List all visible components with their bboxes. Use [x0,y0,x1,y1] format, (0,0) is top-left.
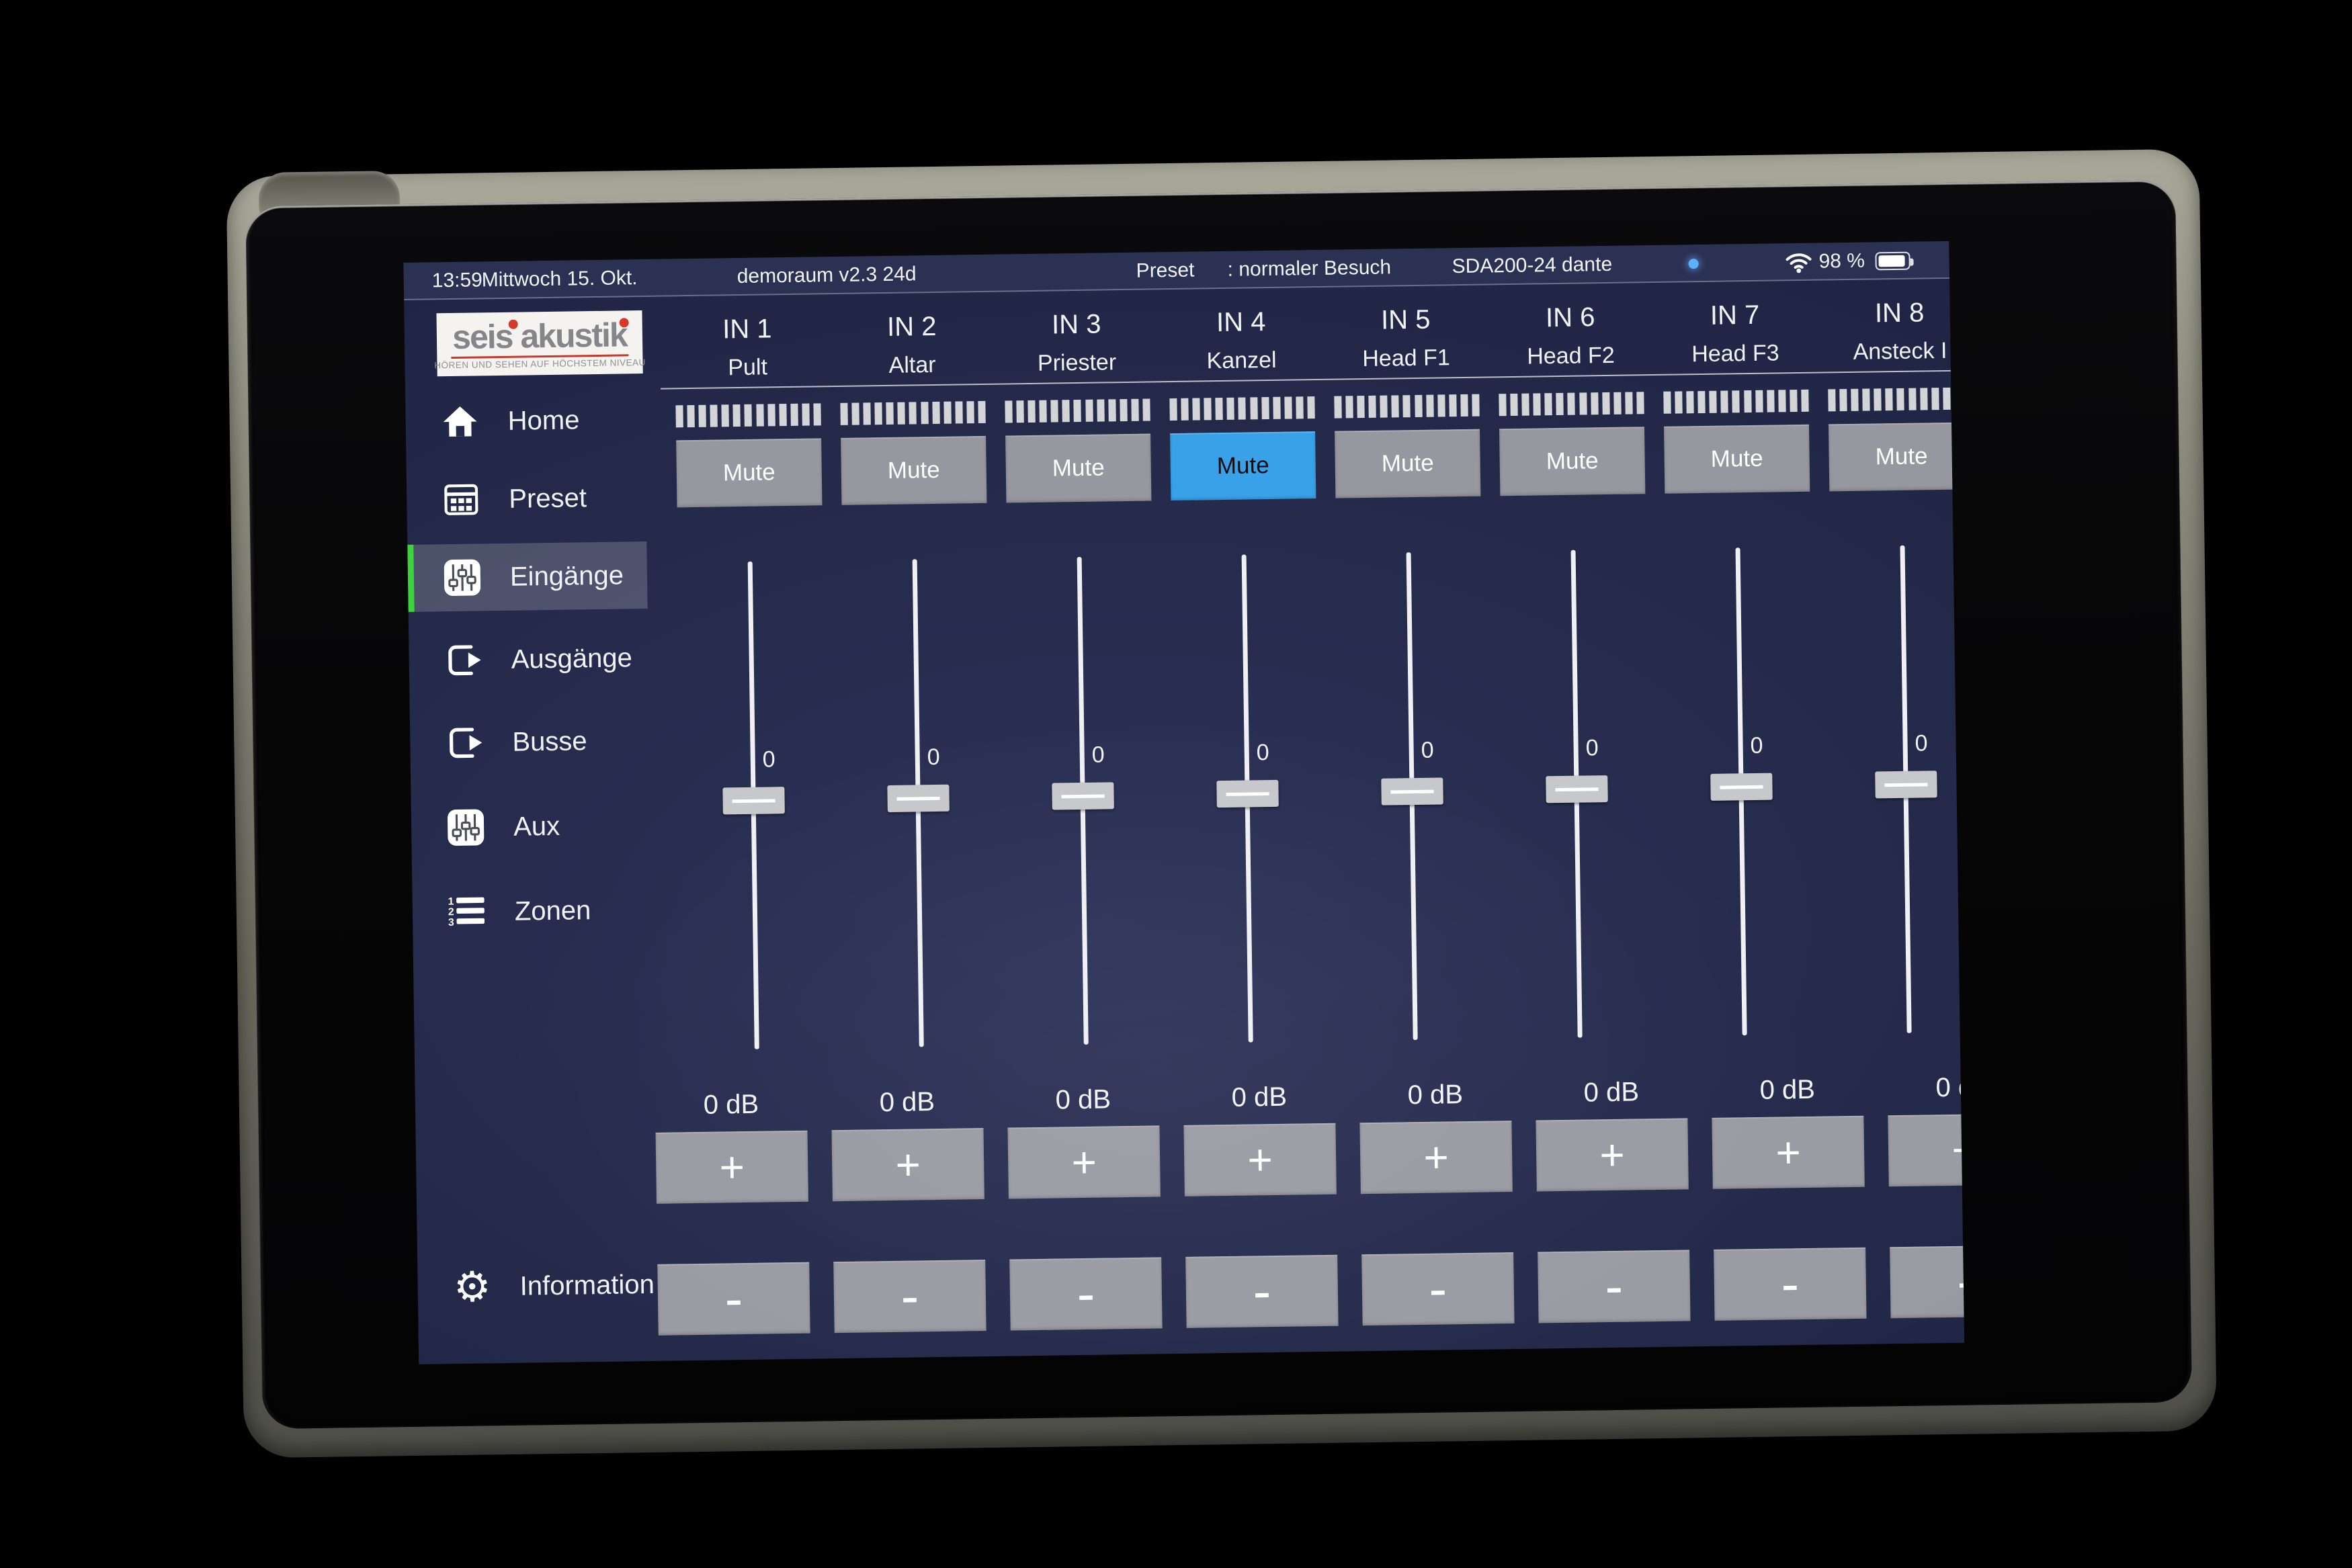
status-indicator-dot [1689,259,1699,269]
db-value: 0 dB [1183,1082,1336,1114]
decrement-button[interactable]: - [657,1262,810,1336]
logo-red-dot [620,318,629,327]
decrement-button[interactable]: - [1714,1248,1866,1321]
sidebar-item-label: Busse [512,726,587,758]
channel-footer: 0 dB + - [1347,247,1515,1351]
decrement-button[interactable]: - [1538,1250,1690,1323]
sidebar-item-label: Zonen [515,896,591,927]
meter-segment [1954,388,1962,410]
faders-icon [443,558,482,597]
decrement-button[interactable]: - [833,1260,986,1333]
sidebar-item-label: Aux [513,811,560,842]
tablet-body: 13:59 Mittwoch 15. Okt. demoraum v2.3 24… [245,179,2192,1429]
preset-value: : normaler Besuch [1227,249,1391,288]
active-indicator-stripe [407,545,414,612]
sidebar-item-busse[interactable]: Busse [410,707,650,777]
db-value: 0 dB [655,1089,808,1121]
device-name: SDA200-24 dante [1452,246,1612,286]
increment-button[interactable]: + [1712,1116,1864,1189]
gear-icon: ⚙ [452,1267,492,1307]
tablet-device: 13:59 Mittwoch 15. Okt. demoraum v2.3 24… [0,0,2352,1568]
meter-segment [802,404,809,426]
meter-segment [1686,391,1693,413]
decrement-button[interactable]: - [1890,1245,1964,1318]
sidebar-item-aux[interactable]: Aux [411,791,650,862]
battery-percent: 98 % [1818,243,1865,281]
channel-footer: 0 dB + - [643,257,810,1361]
output-arrow-icon [444,640,483,680]
increment-button[interactable]: + [656,1131,808,1204]
channel-footer: 0 dB + - [1523,245,1691,1349]
channel-footer: 0 dB + - [995,253,1163,1356]
brand-logo: seis akustik HÖREN UND SEHEN AUF HÖCHSTE… [436,310,642,376]
db-value: 0 dB [831,1086,984,1119]
channel-footer: 0 dB + - [1699,243,1867,1346]
sidebar-item-label: Ausgänge [511,643,632,675]
sidebar-item-label: Information [519,1269,655,1301]
brand-name: seis akustik [452,317,627,355]
increment-button[interactable]: + [1536,1118,1688,1191]
zones-list-icon: 1 2 3 [448,892,487,932]
sidebar-item-eingaenge[interactable]: Eingänge [407,541,647,612]
app-title: demoraum v2.3 24d [737,255,917,296]
sidebar-item-information[interactable]: ⚙ Information [417,1251,657,1321]
decrement-button[interactable]: - [1009,1257,1162,1330]
increment-button[interactable]: + [1888,1113,1964,1186]
wifi-icon [1785,252,1812,274]
db-value: 0 dB [1536,1076,1688,1108]
photo-stage: 13:59 Mittwoch 15. Okt. demoraum v2.3 24… [0,0,2352,1568]
logo-red-dot [509,319,518,329]
sidebar-item-preset[interactable]: Preset [407,464,646,534]
sidebar-item-label: Eingänge [510,560,624,592]
output-arrow-icon [445,723,485,763]
decrement-button[interactable]: - [1361,1252,1514,1325]
home-icon [440,402,480,441]
sidebar-item-label: Home [507,405,579,436]
brand-tagline: HÖREN UND SEHEN AUF HÖCHSTEM NIVEAU [434,357,646,369]
sidebar-item-home[interactable]: Home [405,386,645,456]
increment-button[interactable]: + [1183,1123,1336,1196]
app-screen: 13:59 Mittwoch 15. Okt. demoraum v2.3 24… [403,241,1964,1364]
date: Mittwoch 15. Okt. [481,259,638,299]
faders-icon [446,808,486,847]
sidebar-item-zonen[interactable]: 1 2 3 Zonen [412,876,652,947]
channel-footer: 0 dB + - [819,255,986,1358]
decrement-button[interactable]: - [1185,1255,1338,1328]
battery-icon [1875,252,1910,271]
preset-label: Preset [1136,252,1194,290]
clock: 13:59 [431,261,482,300]
db-value: 0 dB [1007,1084,1160,1116]
channel-footer: 0 dB + - [1876,241,1964,1344]
sidebar-item-label: Preset [509,483,587,515]
db-value: 0 dB [1887,1072,1964,1104]
meter-segment [1334,396,1341,419]
sidebar-item-ausgaenge[interactable]: Ausgänge [409,624,648,695]
increment-button[interactable]: + [831,1128,984,1201]
meter-segment [813,403,821,425]
meter-segment [1510,394,1517,416]
db-value: 0 dB [1359,1079,1512,1111]
db-value: 0 dB [1711,1074,1863,1106]
preset-grid-icon [442,480,481,519]
increment-button[interactable]: + [1007,1125,1160,1199]
channel-footer: 0 dB + - [1171,250,1339,1354]
increment-button[interactable]: + [1359,1121,1512,1194]
meter-segment [978,401,985,423]
svg-text:3: 3 [448,917,454,928]
meter-segment [1862,389,1870,411]
